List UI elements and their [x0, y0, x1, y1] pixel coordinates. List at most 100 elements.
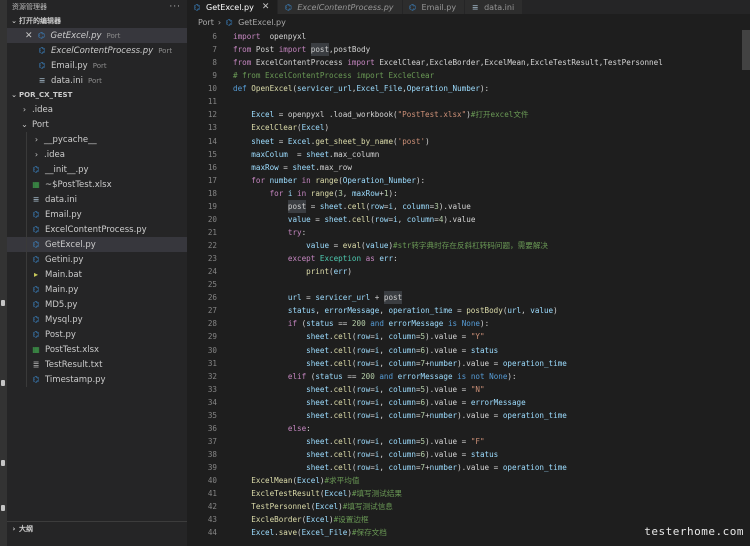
- code-editor[interactable]: 6 import openpyxl 7 from Post import post ,p…: [187, 30, 750, 539]
- code-token: Excel: [251, 110, 275, 120]
- code-line: 29 sheet. cell(row = i, column = 5).value = "…: [187, 330, 750, 343]
- code-token: operation_time: [502, 410, 567, 420]
- project-header[interactable]: ⌄ POR_CX_TEST: [7, 88, 187, 102]
- file-item[interactable]: ≡ data.ini: [7, 192, 187, 207]
- code-token: =: [329, 241, 343, 250]
- vertical-scrollbar[interactable]: [742, 30, 750, 70]
- code-token: column: [402, 201, 430, 211]
- tab-data-ini[interactable]: ≡ data.ini: [465, 0, 524, 14]
- file-item[interactable]: ⌬ ExcelContentProcess.py: [7, 222, 187, 237]
- code-token: range: [310, 188, 334, 198]
- open-editor-item[interactable]: ⌬ ExcelContentProcess.py Port: [7, 43, 187, 58]
- code-line: 35 sheet. cell(row = i, column = 7 + number).va…: [187, 409, 750, 422]
- chevron-right-icon: ›: [12, 525, 16, 533]
- file-item[interactable]: ⌬ Timestamp.py: [7, 372, 187, 387]
- code-token: ).value =: [425, 345, 471, 355]
- close-icon[interactable]: ✕: [25, 31, 33, 41]
- code-token: sheet: [306, 358, 330, 368]
- code-line: 38 sheet. cell(row = i, column = 6).value = s…: [187, 448, 750, 461]
- file-item[interactable]: ≣ TestResult.txt: [7, 357, 187, 372]
- code-token: column: [388, 397, 416, 407]
- python-file-icon: ⌬: [225, 17, 233, 27]
- code-token: for: [269, 188, 284, 198]
- code-token: else: [287, 423, 307, 433]
- more-actions-icon[interactable]: ···: [169, 2, 181, 12]
- code-token: cell: [333, 463, 352, 473]
- open-editor-item[interactable]: ✕ ⌬ GetExcel.py Port: [7, 28, 187, 43]
- code-token: column: [388, 410, 416, 420]
- breadcrumb-file[interactable]: GetExcel.py: [238, 18, 286, 27]
- file-item[interactable]: ⌬ GetExcel.py: [7, 237, 187, 252]
- code-token: errorMessage: [397, 371, 453, 381]
- code-token: sheet: [324, 214, 348, 224]
- code-token: get_sheet_by_name: [315, 136, 394, 146]
- tree-item-label: Timestamp.py: [45, 374, 106, 385]
- code-token: ).value =: [425, 450, 471, 459]
- tab-email-py[interactable]: ⌬ Email.py: [402, 0, 466, 14]
- file-item[interactable]: ⌬ __init__.py: [7, 162, 187, 177]
- code-token: and: [370, 319, 384, 329]
- folder-item[interactable]: › .idea: [7, 147, 187, 162]
- open-editor-name: Email.py: [51, 60, 88, 71]
- code-token: sheet: [306, 463, 330, 473]
- code-line: 30 sheet. cell(row = i, column = 6).value = s…: [187, 344, 750, 357]
- code-line: 28 if (status == 200 and errorMessage is…: [187, 317, 750, 330]
- code-token: maxRow: [351, 188, 380, 198]
- file-item[interactable]: ▦ PostTest.xlsx: [7, 342, 187, 357]
- line-number: 31: [207, 358, 217, 368]
- code-token: ):: [479, 84, 490, 94]
- folder-item[interactable]: › .idea: [7, 102, 187, 117]
- tab-excelcontentprocess-py[interactable]: ⌬ ExcelContentProcess.py: [278, 0, 403, 14]
- file-item[interactable]: ⌬ Mysql.py: [7, 312, 187, 327]
- open-editor-name: GetExcel.py: [50, 30, 102, 41]
- tree-item-label: ExcelContentProcess.py: [45, 224, 147, 235]
- code-token: ): [425, 136, 430, 146]
- outline-header[interactable]: › 大纲: [7, 521, 187, 536]
- code-token: +: [370, 293, 384, 303]
- file-item[interactable]: ▸ Main.bat: [7, 267, 187, 282]
- settings-gear-icon[interactable]: [1, 505, 5, 511]
- open-editors-header[interactable]: ⌄ 打开的编辑器: [7, 14, 187, 28]
- tree-item-label: Main.bat: [45, 269, 82, 280]
- code-token: is not: [457, 371, 485, 381]
- breadcrumb-folder[interactable]: Port: [198, 18, 214, 27]
- excel-file-icon: ▦: [32, 345, 40, 354]
- file-item[interactable]: ▦ ~$PostTest.xlsx: [7, 177, 187, 192]
- file-item[interactable]: ⌬ Email.py: [7, 207, 187, 222]
- code-token: is: [447, 319, 458, 329]
- code-token: cell: [333, 410, 352, 420]
- code-token: import: [278, 45, 307, 55]
- code-line: 37 sheet. cell(row = i, column = 5).value = "…: [187, 435, 750, 448]
- outline-label: 大纲: [19, 525, 33, 533]
- code-token: row: [356, 384, 371, 394]
- close-icon[interactable]: ✕: [262, 2, 270, 12]
- code-token: sheet: [306, 397, 330, 407]
- code-line: 21 try:: [187, 226, 750, 239]
- settings-file-icon: ≡: [32, 195, 40, 204]
- open-editor-item[interactable]: ⌬ Email.py Port: [7, 58, 187, 73]
- file-item[interactable]: ⌬ Getini.py: [7, 252, 187, 267]
- code-token: import: [233, 32, 261, 41]
- file-item[interactable]: ⌬ Main.py: [7, 282, 187, 297]
- python-file-icon: ⌬: [409, 2, 417, 12]
- code-token: column: [388, 332, 416, 342]
- python-file-icon: ⌬: [32, 210, 40, 219]
- line-number: 27: [207, 306, 217, 316]
- tab-getexcel-py[interactable]: ⌬ GetExcel.py ✕: [187, 0, 279, 14]
- folder-item[interactable]: › __pycache__: [7, 132, 187, 147]
- folder-item[interactable]: ⌄ Port: [7, 117, 187, 132]
- file-item[interactable]: ⌬ Post.py: [7, 327, 187, 342]
- python-file-icon: ⌬: [284, 2, 292, 12]
- line-number: 9: [212, 71, 217, 81]
- indent-guide: [26, 312, 27, 327]
- open-editor-item[interactable]: ≡ data.ini Port: [7, 73, 187, 88]
- code-token: ExcelContentProcess: [251, 58, 348, 68]
- tree-item-label: Post.py: [45, 329, 76, 340]
- file-item[interactable]: ⌬ MD5.py: [7, 297, 187, 312]
- code-token: cell: [351, 214, 371, 224]
- line-number: 33: [207, 384, 217, 394]
